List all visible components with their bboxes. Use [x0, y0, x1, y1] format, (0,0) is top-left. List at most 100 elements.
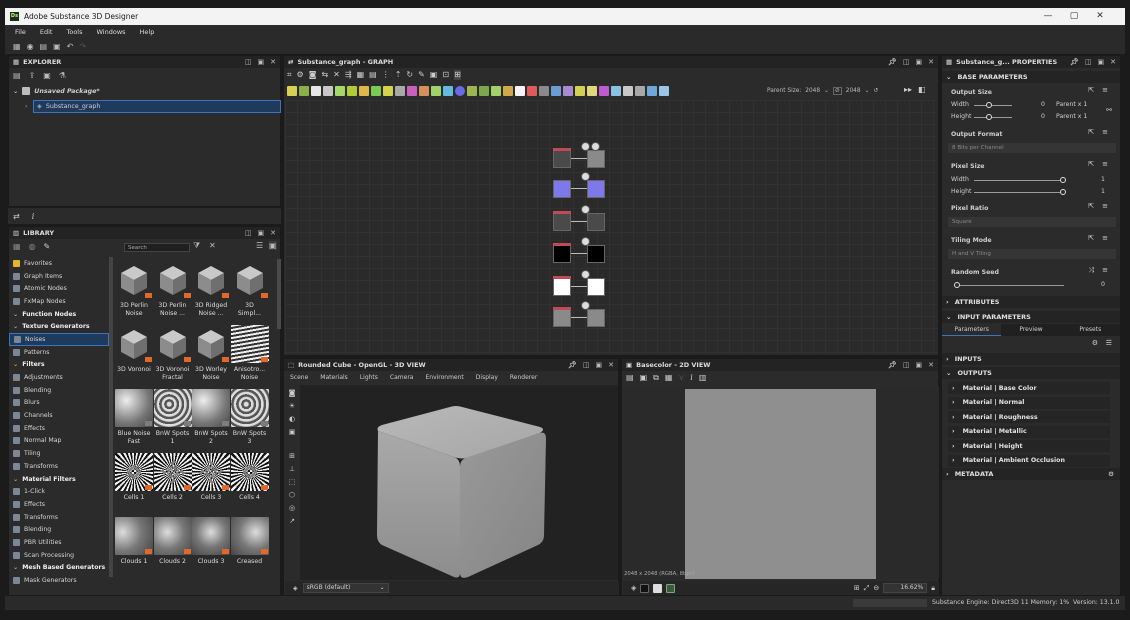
nodes-icon[interactable]: ⇶	[345, 70, 352, 80]
atomic-node-icon[interactable]	[515, 85, 525, 96]
library-item[interactable]: Clouds 3	[192, 517, 230, 566]
library-category[interactable]: Effects	[9, 422, 109, 435]
tab-preview[interactable]: Preview	[1001, 324, 1061, 336]
menu-icon[interactable]: ☰	[1106, 339, 1112, 347]
link-ratio-icon[interactable]: ⚯	[1106, 106, 1112, 114]
tab-parameters[interactable]: Parameters	[942, 324, 1002, 336]
clear-filter-icon[interactable]: ✕	[209, 241, 216, 250]
library-category[interactable]: Normal Map	[9, 435, 109, 448]
library-category[interactable]: Effects	[9, 498, 109, 511]
library-item[interactable]: Cells 1	[115, 453, 153, 502]
node-output-icon[interactable]	[581, 301, 590, 310]
minimize-button[interactable]: —	[1035, 10, 1061, 23]
camera-icon[interactable]: ◙	[309, 70, 317, 80]
library-category[interactable]: Favorites	[9, 257, 109, 270]
randomize-icon[interactable]: ⤨	[1088, 266, 1094, 275]
gear-icon[interactable]: ⚙	[1092, 339, 1098, 347]
reset-icon[interactable]: ↺	[873, 88, 878, 94]
graph-canvas[interactable]	[285, 100, 937, 355]
atomic-node-icon[interactable]	[599, 85, 609, 96]
atomic-node-icon[interactable]	[647, 85, 657, 96]
maximize-button[interactable]: ▢	[1061, 10, 1087, 23]
link-size-icon[interactable]: ⊘	[832, 87, 842, 95]
chevron-down-icon[interactable]: ⌄	[13, 88, 18, 95]
zoom-out-icon[interactable]: ⊖	[873, 584, 879, 592]
expose-icon[interactable]: ⇱	[1088, 202, 1094, 210]
library-category[interactable]: ⌄ Filters	[9, 359, 109, 372]
library-category[interactable]: Blending	[9, 384, 109, 397]
size-dropdown[interactable]: 2048	[846, 88, 861, 94]
close-panel-icon[interactable]: ✕	[928, 56, 934, 68]
library-item[interactable]: Cells 3	[192, 453, 230, 502]
library-scrollbar[interactable]	[277, 259, 281, 329]
align-icon[interactable]: ⇆	[321, 70, 328, 80]
width-slider[interactable]	[974, 102, 1012, 108]
atomic-node-icon[interactable]	[443, 85, 453, 96]
output-item[interactable]: › Material | Ambient Occlusion	[948, 454, 1110, 467]
library-item[interactable]: BnW Spots 1	[153, 389, 192, 446]
undock-icon[interactable]: ◫	[245, 227, 252, 239]
atomic-node-icon[interactable]	[539, 85, 549, 96]
link-icon[interactable]: ⋮	[382, 70, 390, 80]
menu-windows[interactable]: Windows	[97, 28, 126, 36]
node-output-icon[interactable]	[581, 270, 590, 279]
function-icon[interactable]: ≡	[1102, 266, 1108, 274]
close-panel-icon[interactable]: ✕	[270, 56, 276, 68]
maximize-panel-icon[interactable]: ▣	[916, 56, 923, 68]
atomic-node-icon[interactable]	[491, 85, 501, 96]
library-item[interactable]: 3D Perlin Noise	[115, 261, 153, 318]
copy-icon[interactable]: ⧉	[653, 373, 659, 383]
atomic-node-icon[interactable]	[335, 85, 345, 96]
close-panel-icon[interactable]: ✕	[1110, 56, 1116, 68]
atomic-node-icon[interactable]	[635, 85, 645, 96]
menu-lights[interactable]: Lights	[360, 374, 378, 381]
expose-icon[interactable]: ⇱	[1088, 160, 1094, 168]
layout-icon[interactable]: ▦	[357, 70, 365, 80]
mode-icon[interactable]: ▤	[626, 373, 634, 383]
atomic-node-icon[interactable]	[419, 85, 429, 96]
node-output-icon[interactable]	[581, 205, 590, 214]
output-format-dropdown[interactable]: 8 Bits per Channel	[948, 143, 1116, 153]
library-item[interactable]: 3D Ridged Noise ...	[192, 261, 230, 318]
flask-icon[interactable]: ⚗	[59, 71, 66, 80]
lock-icon[interactable]: 🔒︎	[931, 584, 935, 593]
attributes-section[interactable]: › ATTRIBUTES	[942, 296, 1120, 308]
metadata-section[interactable]: › METADATA ⚙	[942, 468, 1120, 480]
expose-icon[interactable]: ⇱	[1088, 128, 1094, 136]
cube-icon[interactable]: ⬚	[289, 478, 296, 486]
library-category[interactable]: ⌄ Mesh Based Generators	[9, 562, 109, 575]
chevron-down-icon[interactable]: ⌄	[865, 88, 870, 94]
output-item[interactable]: › Material | Normal	[948, 396, 1110, 409]
pin-nodes-icon[interactable]: ✎	[418, 70, 425, 80]
pin-icon[interactable]: 📌︎	[1070, 56, 1079, 68]
camera-icon[interactable]: ◙	[289, 389, 296, 397]
layers-icon[interactable]: ◈	[631, 584, 636, 592]
zoom-field[interactable]: 16.62%	[883, 583, 928, 593]
base-parameters-section[interactable]: ⌄ BASE PARAMETERS	[942, 71, 1120, 83]
atomic-node-icon[interactable]	[407, 85, 417, 96]
library-category[interactable]: Adjustments	[9, 371, 109, 384]
library-category[interactable]: PBR Utilities	[9, 536, 109, 549]
menu-scene[interactable]: Scene	[290, 374, 308, 381]
atomic-node-icon[interactable]	[371, 85, 381, 96]
library-item[interactable]: 3D Simpl...	[230, 261, 269, 318]
output-item[interactable]: › Material | Metallic	[948, 425, 1110, 438]
split-icon[interactable]: ⇡	[395, 70, 402, 80]
pin-icon[interactable]: 📌︎	[568, 359, 577, 371]
pixel-height-value[interactable]: 1	[1101, 188, 1120, 195]
maximize-panel-icon[interactable]: ▣	[596, 359, 603, 371]
node-output-icon[interactable]	[581, 237, 590, 246]
atomic-node-icon[interactable]	[323, 85, 333, 96]
menu-edit[interactable]: Edit	[40, 28, 53, 36]
refresh-icon[interactable]: ↻	[406, 70, 413, 80]
tools-icon[interactable]: ⇄	[13, 212, 20, 221]
atomic-node-icon[interactable]	[347, 85, 357, 96]
tab-presets[interactable]: Presets	[1060, 324, 1120, 336]
undo-icon[interactable]: ↶	[67, 42, 74, 51]
save-package-icon[interactable]: ▣	[43, 71, 51, 80]
library-category[interactable]: Blurs	[9, 397, 109, 410]
library-category[interactable]: Atomic Nodes	[9, 282, 109, 295]
undock-icon[interactable]: ◫	[903, 359, 910, 371]
undock-icon[interactable]: ◫	[583, 359, 590, 371]
width-slider-knob[interactable]	[986, 102, 992, 108]
